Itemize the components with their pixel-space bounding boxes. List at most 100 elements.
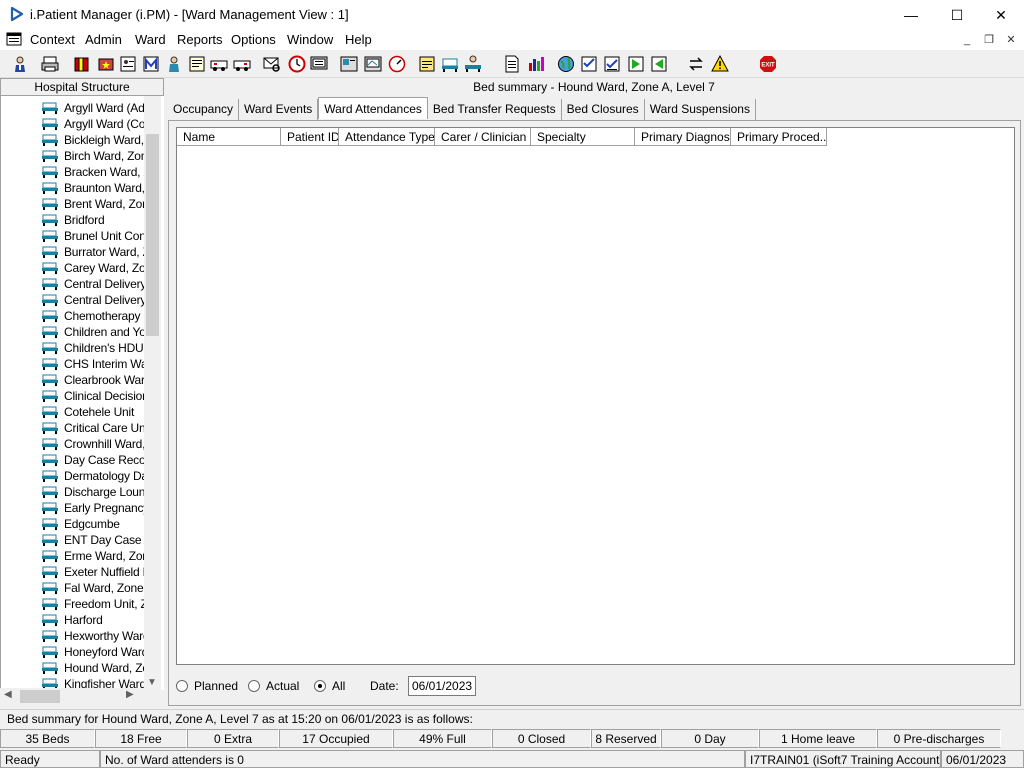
exit-icon[interactable]: EXIT: [758, 53, 778, 75]
tree-item-ward[interactable]: Discharge Loung: [41, 484, 145, 500]
menu-context[interactable]: Context: [30, 32, 75, 47]
tree-item-ward[interactable]: Bridford: [41, 212, 145, 228]
m-icon[interactable]: [141, 53, 161, 75]
tab-ward-events[interactable]: Ward Events: [239, 99, 319, 120]
mdi-minimize-button[interactable]: _: [958, 32, 976, 48]
green-arrow-2-icon[interactable]: [649, 53, 669, 75]
ambulance-2-icon[interactable]: [232, 53, 252, 75]
close-button[interactable]: ✕: [978, 0, 1024, 30]
envelope-search-icon[interactable]: [262, 53, 282, 75]
person-icon[interactable]: [10, 53, 30, 75]
card-2-icon[interactable]: [363, 53, 383, 75]
monitor-icon[interactable]: [309, 53, 329, 75]
tree-item-ward[interactable]: Central Delivery S: [41, 276, 145, 292]
radio-all[interactable]: All: [314, 679, 345, 693]
scrollbar-thumb[interactable]: [20, 690, 60, 703]
printer-icon[interactable]: [40, 53, 60, 75]
tree-item-ward[interactable]: Hound Ward, Zo: [41, 660, 145, 676]
scroll-down-arrow-icon[interactable]: ▼: [147, 677, 157, 688]
column-header-carer-clinician[interactable]: Carer / Clinician: [435, 128, 531, 146]
tree-vertical-scrollbar[interactable]: ▼: [144, 96, 161, 690]
column-header-patient-id[interactable]: Patient ID: [281, 128, 339, 146]
date-input[interactable]: 06/01/2023: [408, 676, 476, 696]
books-icon[interactable]: [72, 53, 92, 75]
globe-icon[interactable]: [556, 53, 576, 75]
star-folder-icon[interactable]: [96, 53, 116, 75]
page-icon[interactable]: [502, 53, 522, 75]
tree-item-ward[interactable]: Chemotherapy Da: [41, 308, 145, 324]
radio-actual[interactable]: Actual: [248, 679, 299, 693]
attendances-list[interactable]: Name Patient ID Attendance Type Carer / …: [176, 127, 1015, 665]
maximize-button[interactable]: ☐: [934, 0, 980, 30]
tree-item-ward[interactable]: Early Pregnancy: [41, 500, 145, 516]
radio-circle[interactable]: [176, 680, 188, 692]
tree-item-ward[interactable]: Clearbrook Ward: [41, 372, 145, 388]
tree-item-ward[interactable]: Freedom Unit, Zo: [41, 596, 145, 612]
column-header-specialty[interactable]: Specialty: [531, 128, 635, 146]
ambulance-icon[interactable]: [209, 53, 229, 75]
tab-ward-suspensions[interactable]: Ward Suspensions: [644, 99, 756, 120]
green-arrow-icon[interactable]: [626, 53, 646, 75]
menu-options[interactable]: Options: [231, 32, 276, 47]
tree-item-ward[interactable]: ENT Day Case U: [41, 532, 145, 548]
tree-item-ward[interactable]: Edgcumbe: [41, 516, 145, 532]
checklist-icon[interactable]: [579, 53, 599, 75]
note-icon[interactable]: [417, 53, 437, 75]
doctor-icon[interactable]: [164, 53, 184, 75]
tree-horizontal-scrollbar[interactable]: ◀ ▶: [0, 688, 161, 705]
radio-circle[interactable]: [248, 680, 260, 692]
swap-icon[interactable]: [686, 53, 706, 75]
menu-help[interactable]: Help: [345, 32, 372, 47]
checklist-2-icon[interactable]: [602, 53, 622, 75]
tree-item-ward[interactable]: Cotehele Unit: [41, 404, 145, 420]
tree-item-ward[interactable]: Burrator Ward, Zo: [41, 244, 145, 260]
tree-item-ward[interactable]: Braunton Ward, Z: [41, 180, 145, 196]
tree-item-ward[interactable]: Exeter Nuffield H: [41, 564, 145, 580]
tree-item-ward[interactable]: Fal Ward, Zone E: [41, 580, 145, 596]
tree-item-ward[interactable]: Argyll Ward (Cots: [41, 116, 145, 132]
tree-item-ward[interactable]: Hexworthy Ward,: [41, 628, 145, 644]
tree-item-ward[interactable]: Central Delivery S: [41, 292, 145, 308]
tree-item-ward[interactable]: Crownhill Ward, Z: [41, 436, 145, 452]
tree-item-ward[interactable]: Birch Ward, Zone: [41, 148, 145, 164]
menu-reports[interactable]: Reports: [177, 32, 223, 47]
tab-occupancy[interactable]: Occupancy: [168, 99, 240, 120]
tab-bed-closures[interactable]: Bed Closures: [561, 99, 645, 120]
bed-icon[interactable]: [440, 53, 460, 75]
tab-bed-transfer-requests[interactable]: Bed Transfer Requests: [427, 99, 562, 120]
menu-ward[interactable]: Ward: [135, 32, 166, 47]
tree-item-ward[interactable]: Erme Ward, Zone: [41, 548, 145, 564]
tree-item-ward[interactable]: Carey Ward, Zon: [41, 260, 145, 276]
tree-item-ward[interactable]: Argyll Ward (Adul: [41, 100, 145, 116]
scroll-left-arrow-icon[interactable]: ◀: [4, 689, 12, 700]
minimize-button[interactable]: —: [888, 0, 934, 30]
document-person-icon[interactable]: [118, 53, 138, 75]
tree-item-ward[interactable]: Harford: [41, 612, 145, 628]
column-header-primary-diagnosis[interactable]: Primary Diagnosis: [635, 128, 731, 146]
tree-item-ward[interactable]: Bracken Ward, Z: [41, 164, 145, 180]
scroll-right-arrow-icon[interactable]: ▶: [126, 689, 134, 700]
tree-item-ward[interactable]: Children and You: [41, 324, 145, 340]
dial-icon[interactable]: [387, 53, 407, 75]
clock-icon[interactable]: [287, 53, 307, 75]
column-header-name[interactable]: Name: [177, 128, 281, 146]
user-bed-icon[interactable]: [463, 53, 483, 75]
card-icon[interactable]: [339, 53, 359, 75]
tree-item-ward[interactable]: CHS Interim Ward: [41, 356, 145, 372]
tree-item-ward[interactable]: Brent Ward, Zone: [41, 196, 145, 212]
radio-planned[interactable]: Planned: [176, 679, 238, 693]
tree-item-ward[interactable]: Brunel Unit Conti: [41, 228, 145, 244]
tree-item-ward[interactable]: Bickleigh Ward, Z: [41, 132, 145, 148]
tree-item-ward[interactable]: Honeyford Ward,: [41, 644, 145, 660]
scrollbar-thumb[interactable]: [146, 134, 159, 336]
menu-admin[interactable]: Admin: [85, 32, 122, 47]
tree-item-ward[interactable]: Dermatology Day: [41, 468, 145, 484]
notes-icon[interactable]: [187, 53, 207, 75]
tree-item-ward[interactable]: Day Case Recov: [41, 452, 145, 468]
document-window-icon[interactable]: [6, 31, 22, 47]
tree-item-ward[interactable]: Children's HDU (M: [41, 340, 145, 356]
mdi-restore-button[interactable]: ❐: [980, 32, 998, 48]
column-header-primary-procedure[interactable]: Primary Proced...: [731, 128, 827, 146]
bar-chart-icon[interactable]: [526, 53, 546, 75]
column-header-attendance-type[interactable]: Attendance Type: [339, 128, 435, 146]
